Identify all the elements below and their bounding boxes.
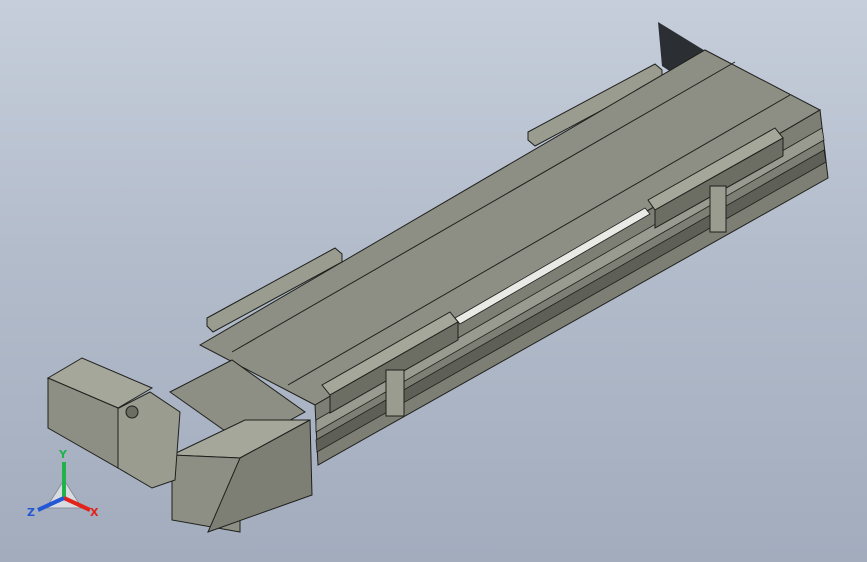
linear-actuator-model[interactable]	[0, 0, 867, 562]
3d-viewport[interactable]: Y X Z	[0, 0, 867, 562]
sensor-tab-near	[385, 369, 405, 417]
coupling-bolt	[125, 405, 139, 419]
triad-x-label: X	[90, 506, 99, 519]
coupling-block	[114, 391, 181, 489]
triad-z-label: Z	[27, 506, 35, 519]
coordinate-triad[interactable]: Y X Z	[24, 446, 104, 526]
sensor-tab-far	[709, 185, 727, 233]
triad-y-label: Y	[58, 448, 68, 461]
